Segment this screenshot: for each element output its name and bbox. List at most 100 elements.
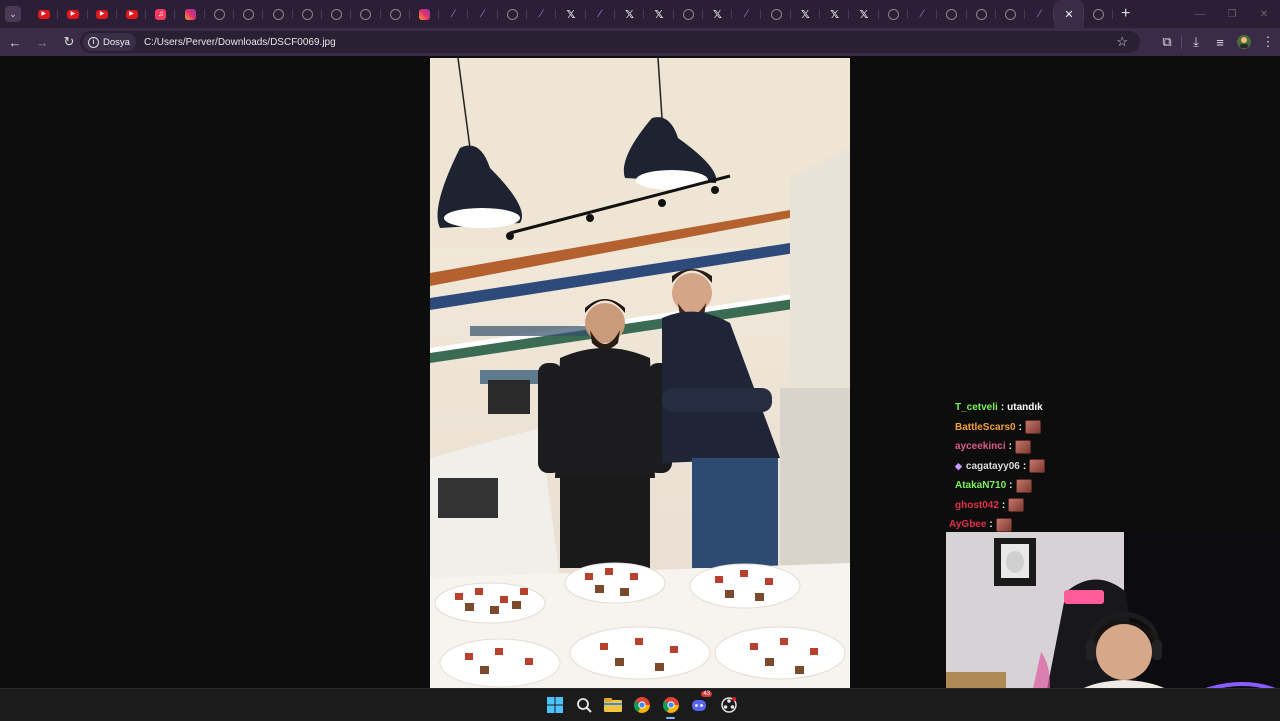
chat-text: utandık: [1007, 402, 1043, 414]
windows-start-icon[interactable]: [540, 695, 569, 715]
browser-tab[interactable]: ⁄: [439, 0, 469, 28]
browser-tab[interactable]: 𝕏: [615, 0, 645, 28]
discord-badge: 43: [701, 691, 712, 697]
youtube-icon: ▶: [37, 9, 50, 19]
globe-icon: [1092, 8, 1104, 20]
chat-separator: :: [1009, 480, 1013, 492]
menu-kebab-icon[interactable]: ⋮: [1256, 34, 1280, 50]
browser-tab[interactable]: [263, 0, 293, 28]
chat-separator: :: [989, 519, 993, 531]
site-info-chip[interactable]: i Dosya: [83, 33, 136, 51]
browser-tab[interactable]: [967, 0, 997, 28]
chat-emote-icon: [1008, 498, 1025, 513]
browser-tab[interactable]: 𝕏: [820, 0, 850, 28]
browser-tab[interactable]: ⁄: [468, 0, 499, 28]
close-tab-icon[interactable]: ✕: [1064, 8, 1073, 21]
chat-username: T_cetveli: [955, 402, 998, 414]
maximize-icon[interactable]: ❐: [1216, 0, 1248, 28]
reload-icon[interactable]: ↻: [57, 30, 81, 54]
chat-message: ayceekinci:: [955, 437, 1135, 457]
reading-list-icon[interactable]: ≡: [1208, 35, 1232, 50]
browser-tab[interactable]: [761, 0, 792, 28]
browser-tab[interactable]: [234, 0, 264, 28]
chat-separator: :: [1018, 421, 1022, 433]
chat-separator: :: [1000, 402, 1005, 414]
x-icon: 𝕏: [654, 7, 664, 21]
browser-tab[interactable]: [879, 0, 909, 28]
browser-tab[interactable]: ▶: [117, 0, 147, 28]
x-icon: 𝕏: [566, 7, 576, 21]
globe-icon: [243, 8, 255, 20]
chat-emote-icon: [1029, 459, 1046, 474]
x-icon: 𝕏: [800, 7, 810, 21]
chat-message: T_cetveli: utandık: [955, 398, 1135, 418]
browser-tab[interactable]: ▶: [58, 0, 88, 28]
chat-emote-icon: [1014, 439, 1031, 454]
browser-tab[interactable]: ⁄: [908, 0, 938, 28]
browser-tab[interactable]: ♫: [146, 0, 176, 28]
browser-tab[interactable]: [351, 0, 381, 28]
search-icon[interactable]: [569, 695, 598, 715]
feather-icon: ⁄: [452, 7, 455, 20]
obs-icon[interactable]: [714, 695, 743, 715]
browser-tab[interactable]: 𝕏: [849, 0, 879, 28]
browser-tab[interactable]: [1084, 0, 1114, 28]
globe-icon: [770, 8, 782, 20]
browser-tab[interactable]: [937, 0, 967, 28]
toolbar-actions: ⧉ ⤓ ≡ ⋮: [1155, 28, 1280, 56]
browser-toolbar: ← → ↻ i Dosya C:/Users/Perver/Downloads/…: [0, 28, 1280, 56]
globe-icon: [1004, 8, 1016, 20]
browser-tab[interactable]: ⁄: [527, 0, 557, 28]
profile-avatar-icon[interactable]: [1232, 34, 1256, 50]
minimize-icon[interactable]: —: [1184, 0, 1216, 28]
chat-emote-icon: [995, 517, 1012, 532]
download-icon[interactable]: ⤓: [1184, 34, 1208, 50]
browser-tab[interactable]: [175, 0, 206, 28]
back-icon[interactable]: ←: [3, 30, 27, 54]
feather-icon: ⁄: [540, 7, 543, 20]
browser-tab[interactable]: ⁄: [586, 0, 616, 28]
browser-tab[interactable]: ⁄: [1025, 0, 1055, 28]
close-window-icon[interactable]: ✕: [1248, 0, 1280, 28]
feather-icon: ⁄: [1038, 7, 1041, 20]
address-bar[interactable]: i Dosya C:/Users/Perver/Downloads/DSCF00…: [80, 31, 1140, 53]
browser-tab-active[interactable]: ✕: [1054, 0, 1084, 28]
displayed-photo: [430, 58, 850, 688]
chat-emote-icon: [1024, 420, 1041, 435]
tab-search-icon[interactable]: ⌄: [5, 6, 21, 22]
chrome-icon[interactable]: [656, 695, 685, 719]
file-explorer-icon[interactable]: [598, 695, 627, 715]
browser-tab[interactable]: [996, 0, 1026, 28]
globe-icon: [975, 8, 987, 20]
browser-tab[interactable]: 𝕏: [703, 0, 733, 28]
browser-tab[interactable]: 𝕏: [791, 0, 821, 28]
new-tab-button[interactable]: +: [1121, 5, 1130, 23]
browser-tab[interactable]: ▶: [29, 0, 59, 28]
browser-tab[interactable]: [381, 0, 411, 28]
browser-tab[interactable]: [293, 0, 323, 28]
bookmark-star-icon[interactable]: ☆: [1116, 34, 1128, 50]
extensions-icon[interactable]: ⧉: [1155, 34, 1179, 50]
chat-emote-icon: [1015, 478, 1032, 493]
x-icon: 𝕏: [625, 7, 635, 21]
browser-tab[interactable]: [410, 0, 440, 28]
browser-tab[interactable]: [322, 0, 352, 28]
browser-tab[interactable]: 𝕏: [644, 0, 674, 28]
browser-tab[interactable]: 𝕏: [556, 0, 586, 28]
chrome-icon[interactable]: [627, 695, 656, 715]
globe-icon: [946, 8, 958, 20]
browser-tab[interactable]: [674, 0, 704, 28]
discord-icon[interactable]: 43: [685, 691, 714, 715]
globe-icon: [301, 8, 313, 20]
instagram-icon: [419, 8, 430, 20]
forward-icon[interactable]: →: [30, 30, 54, 54]
youtube-icon: ▶: [96, 9, 109, 19]
toolbar-divider: [1181, 35, 1182, 49]
feather-icon: ⁄: [921, 7, 924, 20]
browser-tab[interactable]: [205, 0, 235, 28]
browser-tab[interactable]: ▶: [88, 0, 118, 28]
browser-tab[interactable]: [498, 0, 528, 28]
chat-username: ghost042: [955, 499, 999, 511]
browser-tab[interactable]: ⁄: [732, 0, 762, 28]
url-text[interactable]: C:/Users/Perver/Downloads/DSCF0069.jpg: [144, 37, 336, 48]
